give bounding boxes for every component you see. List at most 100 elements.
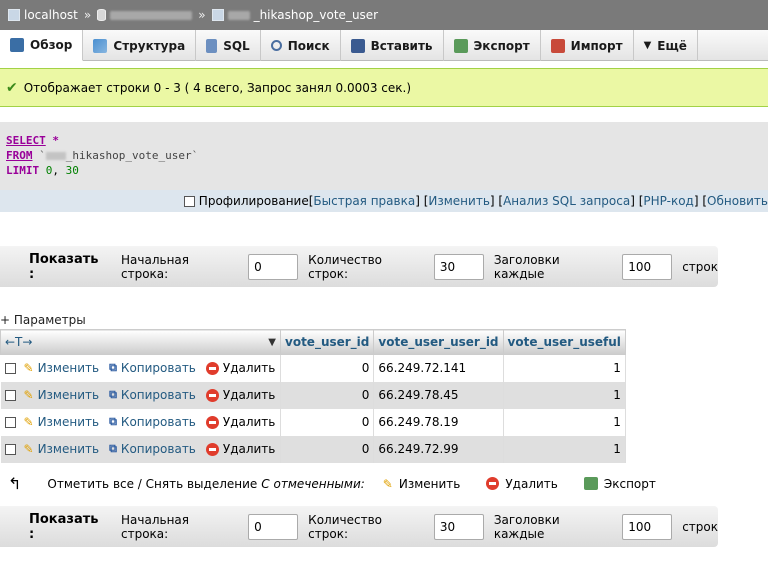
pencil-icon: ✎	[23, 415, 34, 429]
bulk-edit-label: Изменить	[398, 476, 461, 491]
column-header-vote_user_id[interactable]: vote_user_id	[279, 329, 375, 355]
row-count-label: Количество строк:	[308, 512, 382, 541]
sql-keyword-select[interactable]: SELECT	[6, 134, 46, 147]
breadcrumb-server[interactable]: localhost	[8, 8, 78, 22]
tab-insert[interactable]: Вставить	[341, 30, 444, 61]
column-header-vote_user_useful[interactable]: vote_user_useful	[502, 329, 626, 355]
row-delete-link[interactable]: Удалить	[223, 415, 276, 429]
navigation-panel-bottom: Показать : Начальная строка: Количество …	[0, 506, 718, 547]
cell-vote_user_user_id[interactable]: 66.249.72.141	[373, 354, 504, 382]
tab-import[interactable]: Импорт	[541, 30, 634, 61]
row-checkbox[interactable]	[4, 416, 16, 428]
cell-vote_user_id[interactable]: 0	[280, 354, 375, 382]
quick-edit-link[interactable]: Быстрая правка	[313, 194, 415, 208]
sql-backtick: `	[191, 149, 199, 162]
breadcrumb-database[interactable]	[97, 9, 193, 21]
tab-sql[interactable]: SQL	[196, 30, 261, 61]
show-label: Показать :	[29, 511, 99, 542]
copy-icon: ⧉	[109, 442, 117, 455]
row-copy-link[interactable]: Копировать	[121, 415, 196, 429]
pencil-icon: ✎	[23, 442, 34, 456]
delete-icon	[205, 442, 219, 456]
bulk-export-button[interactable]: Экспорт	[583, 477, 656, 491]
profiling-label: Профилирование	[198, 194, 309, 208]
bulk-actions: ↰ Отметить все / Снять выделение С отмеч…	[8, 474, 656, 493]
bulk-delete-button[interactable]: Удалить	[486, 477, 558, 491]
table-row: ✎ Изменить ⧉ Копировать Удалить 0 66.249.72.99…	[0, 435, 626, 463]
column-menu-icon[interactable]: ▼	[268, 337, 276, 348]
sql-links-bar: Профилирование [Быстрая правка] [ Измени…	[0, 190, 768, 212]
start-row-input[interactable]	[248, 513, 299, 540]
cell-vote_user_id[interactable]: 0	[280, 435, 375, 463]
headers-every-input[interactable]	[622, 253, 673, 280]
row-checkbox[interactable]	[4, 443, 16, 455]
cell-vote_user_useful[interactable]: 1	[503, 354, 626, 382]
row-delete-link[interactable]: Удалить	[223, 361, 276, 375]
cell-vote_user_id[interactable]: 0	[280, 381, 375, 409]
table-row: ✎ Изменить ⧉ Копировать Удалить 0 66.249.72.14…	[0, 354, 626, 382]
cell-vote_user_user_id[interactable]: 66.249.78.19	[373, 408, 504, 436]
sql-backtick: `	[39, 149, 46, 162]
with-selected-label: С отмеченными:	[261, 476, 365, 491]
analyze-sql-link[interactable]: Анализ SQL запроса	[503, 194, 630, 208]
tab-label: Структура	[113, 38, 186, 53]
start-row-input[interactable]	[248, 253, 299, 280]
sql-keyword-from[interactable]: FROM	[6, 149, 33, 162]
bracket: ] [	[489, 194, 504, 208]
structure-icon	[93, 38, 108, 53]
sql-table-prefix-redacted	[45, 152, 66, 160]
row-edit-link[interactable]: Изменить	[38, 388, 100, 402]
actions-header: ←T→ ▼	[0, 329, 281, 355]
pencil-icon: ✎	[23, 388, 34, 402]
tab-browse[interactable]: Обзор	[0, 30, 84, 61]
check-all-link[interactable]: Отметить все / Снять выделение	[47, 477, 257, 491]
row-edit-link[interactable]: Изменить	[38, 361, 100, 375]
sql-limit-count: 30	[65, 164, 79, 177]
sql-comma: ,	[52, 164, 59, 177]
cell-vote_user_user_id[interactable]: 66.249.78.45	[373, 381, 504, 409]
tab-export[interactable]: Экспорт	[444, 30, 541, 61]
cell-vote_user_useful[interactable]: 1	[503, 435, 626, 463]
row-edit-link[interactable]: Изменить	[38, 415, 100, 429]
breadcrumb: localhost » » _hikashop_vote_user	[0, 0, 768, 30]
bracket: ] [	[630, 194, 644, 208]
row-edit-link[interactable]: Изменить	[38, 442, 100, 456]
edit-sql-link[interactable]: Изменить	[428, 194, 490, 208]
tab-label: Экспорт	[473, 38, 530, 53]
headers-every-input[interactable]	[622, 513, 673, 540]
row-actions-cell: ✎ Изменить ⧉ Копировать Удалить	[0, 435, 281, 463]
cell-vote_user_useful[interactable]: 1	[503, 408, 626, 436]
row-copy-link[interactable]: Копировать	[121, 388, 196, 402]
cell-vote_user_useful[interactable]: 1	[503, 381, 626, 409]
sql-query-box: SELECT * FROM ` _hikashop_vote_user` LIMI…	[0, 122, 768, 190]
tab-structure[interactable]: Структура	[83, 30, 197, 61]
options-toggle[interactable]: + Параметры	[0, 313, 86, 327]
column-resize-arrows[interactable]: ←T→	[5, 335, 32, 349]
cell-vote_user_user_id[interactable]: 66.249.72.99	[373, 435, 504, 463]
cell-vote_user_id[interactable]: 0	[280, 408, 375, 436]
row-checkbox[interactable]	[4, 362, 16, 374]
tab-more[interactable]: ▼ Ещё	[634, 30, 698, 61]
row-actions-cell: ✎ Изменить ⧉ Копировать Удалить	[0, 354, 281, 382]
tab-label: SQL	[223, 38, 250, 53]
breadcrumb-table-label[interactable]: _hikashop_vote_user	[254, 8, 379, 22]
profiling-checkbox[interactable]	[183, 195, 195, 207]
tab-search[interactable]: Поиск	[261, 30, 341, 61]
row-delete-link[interactable]: Удалить	[223, 442, 276, 456]
breadcrumb-table[interactable]: _hikashop_vote_user	[211, 8, 379, 22]
breadcrumb-database-label-redacted[interactable]	[110, 10, 193, 20]
bulk-edit-button[interactable]: ✎ Изменить	[383, 477, 461, 491]
row-count-input[interactable]	[433, 513, 484, 540]
php-code-link[interactable]: PHP-код	[643, 194, 693, 208]
delete-icon	[486, 477, 500, 490]
row-copy-link[interactable]: Копировать	[121, 442, 196, 456]
row-delete-link[interactable]: Удалить	[223, 388, 276, 402]
row-copy-link[interactable]: Копировать	[121, 361, 196, 375]
row-count-input[interactable]	[433, 253, 484, 280]
export-icon	[453, 38, 468, 53]
refresh-link[interactable]: Обновить	[707, 194, 768, 208]
row-checkbox[interactable]	[4, 389, 16, 401]
breadcrumb-server-label[interactable]: localhost	[24, 8, 78, 22]
breadcrumb-separator: »	[83, 8, 92, 22]
column-header-vote_user_user_id[interactable]: vote_user_user_id	[373, 329, 504, 355]
